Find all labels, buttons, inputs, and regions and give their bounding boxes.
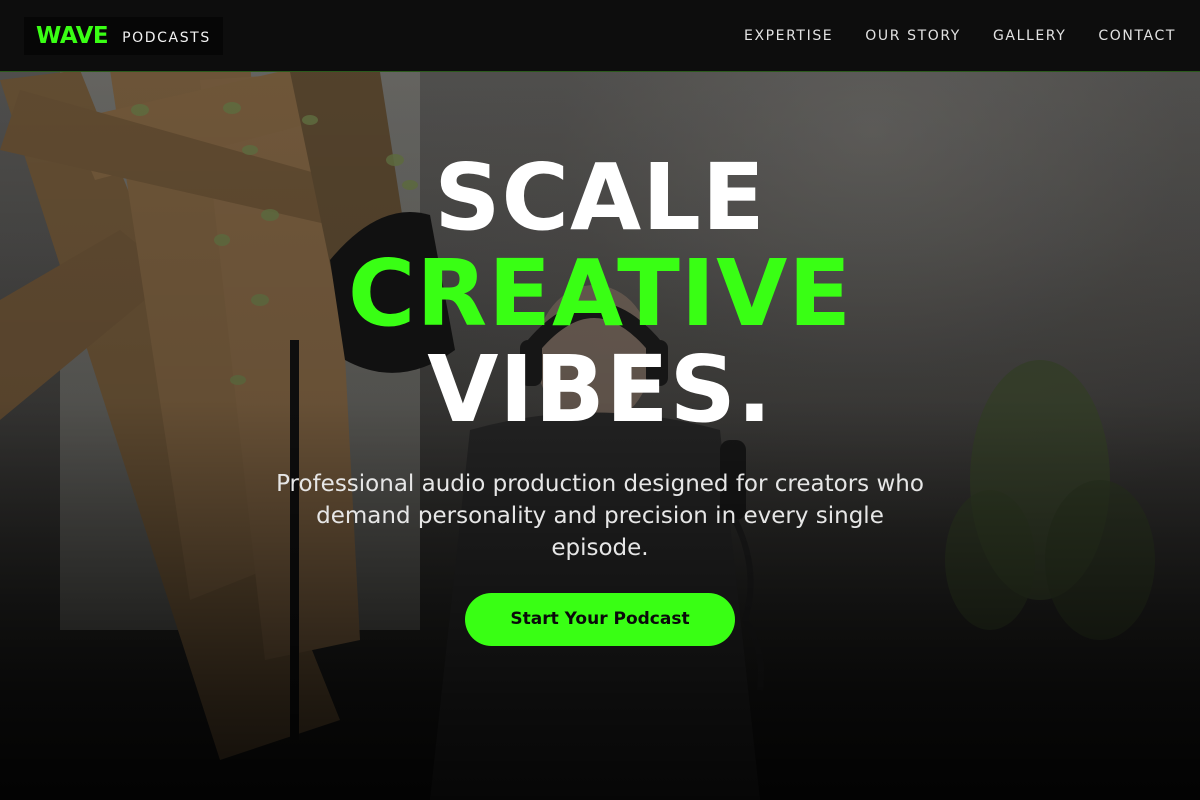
- nav-link-gallery[interactable]: GALLERY: [993, 28, 1066, 44]
- brand-logo[interactable]: WAVE PODCASTS: [24, 17, 223, 55]
- nav-links: EXPERTISE OUR STORY GALLERY CONTACT: [744, 0, 1176, 72]
- nav-link-contact[interactable]: CONTACT: [1098, 28, 1176, 44]
- headline-line-1: SCALE: [434, 144, 766, 251]
- nav-link-our-story[interactable]: OUR STORY: [865, 28, 961, 44]
- hero-headline: SCALE CREATIVE VIBES.: [0, 150, 1200, 438]
- start-podcast-button[interactable]: Start Your Podcast: [465, 593, 735, 646]
- headline-line-3: VIBES.: [427, 336, 773, 443]
- hero-section: SCALE CREATIVE VIBES. Professional audio…: [0, 150, 1200, 646]
- navbar: WAVE PODCASTS EXPERTISE OUR STORY GALLER…: [0, 0, 1200, 72]
- brand-subtitle: PODCASTS: [122, 30, 211, 46]
- headline-line-2-accent: CREATIVE: [347, 240, 853, 347]
- nav-link-expertise[interactable]: EXPERTISE: [744, 28, 833, 44]
- brand-name: WAVE: [36, 23, 109, 49]
- hero-subtitle: Professional audio production designed f…: [276, 471, 924, 561]
